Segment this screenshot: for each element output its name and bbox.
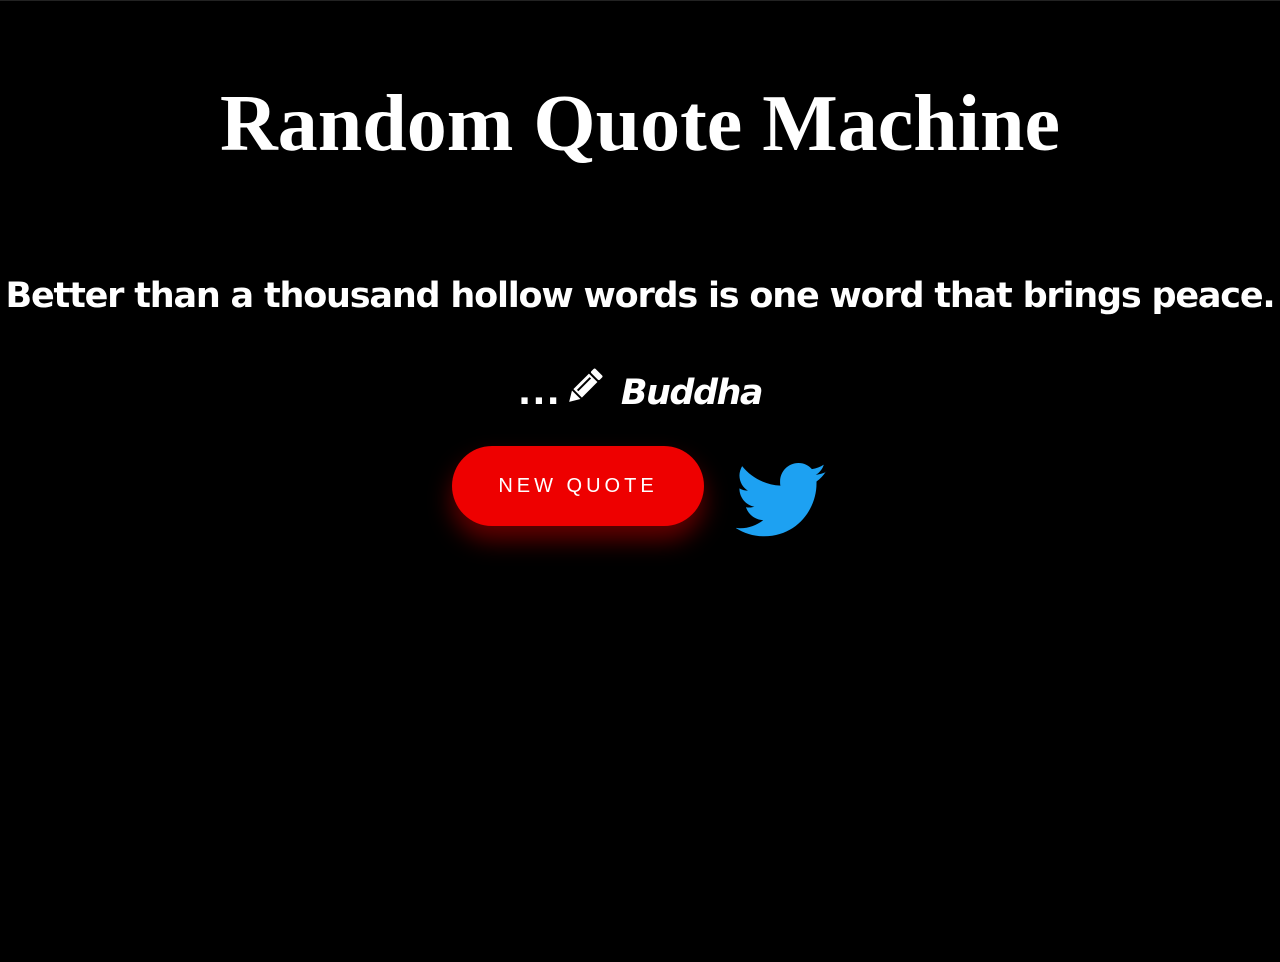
author-name: Buddha bbox=[620, 373, 764, 413]
top-border bbox=[0, 0, 1280, 1]
page-title: Random Quote Machine bbox=[220, 80, 1060, 168]
quote-text: Better than a thousand hollow words is o… bbox=[5, 276, 1276, 316]
author-line: ... Buddha bbox=[0, 364, 1280, 418]
pencil-icon bbox=[561, 364, 607, 410]
author-prefix: ... bbox=[517, 373, 561, 413]
twitter-bird-icon bbox=[736, 462, 828, 540]
tweet-quote-link[interactable] bbox=[736, 462, 828, 540]
new-quote-button[interactable]: New Quote bbox=[452, 446, 704, 526]
